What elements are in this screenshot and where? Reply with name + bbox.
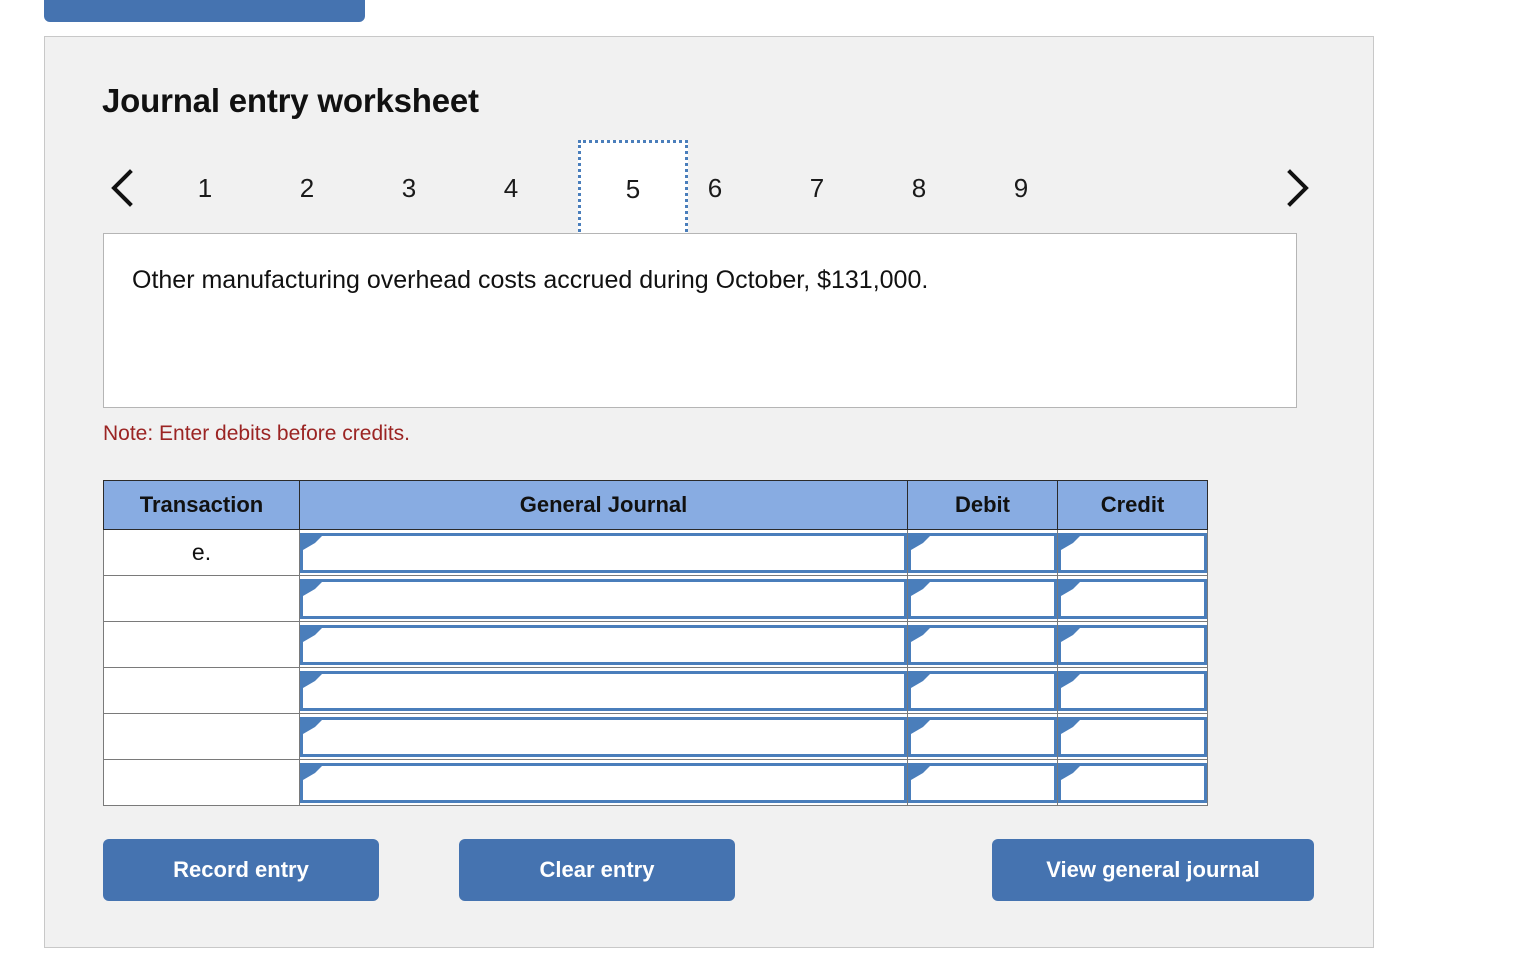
transaction-label <box>103 759 300 806</box>
table-row <box>103 713 1208 760</box>
table-row <box>103 621 1208 668</box>
debit-input[interactable] <box>908 578 1057 619</box>
general-journal-cell[interactable] <box>299 621 908 668</box>
general-journal-cell[interactable] <box>299 713 908 760</box>
debit-input[interactable] <box>908 624 1057 665</box>
table-row <box>103 667 1208 714</box>
pager: 1 2 3 4 5 6 7 8 9 <box>102 140 1318 238</box>
column-header-debit: Debit <box>907 480 1058 530</box>
table-header-row: Transaction General Journal Debit Credit <box>103 480 1208 530</box>
general-journal-cell[interactable] <box>299 529 908 576</box>
credit-cell[interactable] <box>1057 759 1208 806</box>
general-journal-input[interactable] <box>300 532 907 573</box>
pager-page-6[interactable]: 6 <box>688 162 742 214</box>
general-journal-input[interactable] <box>300 624 907 665</box>
credit-cell[interactable] <box>1057 713 1208 760</box>
credit-input[interactable] <box>1058 762 1207 803</box>
credit-input[interactable] <box>1058 670 1207 711</box>
transaction-label <box>103 621 300 668</box>
clear-entry-button[interactable]: Clear entry <box>459 839 735 901</box>
pager-page-9[interactable]: 9 <box>994 162 1048 214</box>
transaction-label: e. <box>103 529 300 576</box>
page-title: Journal entry worksheet <box>102 82 479 119</box>
credit-input[interactable] <box>1058 578 1207 619</box>
transaction-label <box>103 713 300 760</box>
column-header-general-journal: General Journal <box>299 480 908 530</box>
chevron-right-icon[interactable] <box>1276 164 1318 212</box>
column-header-credit: Credit <box>1057 480 1208 530</box>
debit-cell[interactable] <box>907 529 1058 576</box>
chevron-left-icon[interactable] <box>102 164 144 212</box>
general-journal-cell[interactable] <box>299 667 908 714</box>
table-row: e. <box>103 529 1208 576</box>
credit-cell[interactable] <box>1057 621 1208 668</box>
general-journal-cell[interactable] <box>299 575 908 622</box>
record-entry-button[interactable]: Record entry <box>103 839 379 901</box>
pager-page-1[interactable]: 1 <box>178 162 232 214</box>
credit-cell[interactable] <box>1057 529 1208 576</box>
general-journal-input[interactable] <box>300 762 907 803</box>
debit-cell[interactable] <box>907 575 1058 622</box>
pager-page-4[interactable]: 4 <box>484 162 538 214</box>
note-text: Note: Enter debits before credits. <box>103 422 410 445</box>
debit-cell[interactable] <box>907 759 1058 806</box>
debit-cell[interactable] <box>907 713 1058 760</box>
journal-entry-worksheet-panel: Journal entry worksheet 1 2 3 4 5 6 7 8 … <box>44 36 1374 948</box>
pager-page-8[interactable]: 8 <box>892 162 946 214</box>
table-row <box>103 759 1208 806</box>
transaction-label <box>103 667 300 714</box>
credit-input[interactable] <box>1058 716 1207 757</box>
transaction-label <box>103 575 300 622</box>
debit-input[interactable] <box>908 716 1057 757</box>
pager-page-7[interactable]: 7 <box>790 162 844 214</box>
general-journal-cell[interactable] <box>299 759 908 806</box>
instruction-box: Other manufacturing overhead costs accru… <box>103 233 1297 408</box>
view-general-journal-button[interactable]: View general journal <box>992 839 1314 901</box>
general-journal-input[interactable] <box>300 716 907 757</box>
pager-page-2[interactable]: 2 <box>280 162 334 214</box>
column-header-transaction: Transaction <box>103 480 300 530</box>
debit-input[interactable] <box>908 762 1057 803</box>
journal-entry-table: Transaction General Journal Debit Credit… <box>103 480 1208 806</box>
credit-cell[interactable] <box>1057 667 1208 714</box>
instruction-text: Other manufacturing overhead costs accru… <box>132 266 929 294</box>
table-row <box>103 575 1208 622</box>
top-tab-stub[interactable] <box>44 0 365 22</box>
pager-page-3[interactable]: 3 <box>382 162 436 214</box>
general-journal-input[interactable] <box>300 670 907 711</box>
debit-input[interactable] <box>908 670 1057 711</box>
debit-cell[interactable] <box>907 621 1058 668</box>
credit-cell[interactable] <box>1057 575 1208 622</box>
debit-input[interactable] <box>908 532 1057 573</box>
pager-page-5[interactable]: 5 <box>578 140 688 238</box>
debit-cell[interactable] <box>907 667 1058 714</box>
general-journal-input[interactable] <box>300 578 907 619</box>
credit-input[interactable] <box>1058 532 1207 573</box>
credit-input[interactable] <box>1058 624 1207 665</box>
